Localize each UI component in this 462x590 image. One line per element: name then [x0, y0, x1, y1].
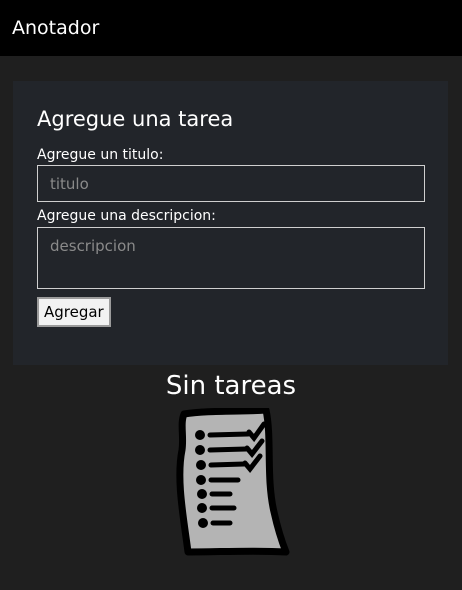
title-input[interactable]: [37, 165, 425, 202]
empty-tasks-message: Sin tareas: [165, 371, 297, 401]
app-header: Anotador: [0, 0, 462, 56]
checklist-paper-icon: [176, 408, 290, 556]
app-title: Anotador: [12, 17, 100, 39]
title-label: Agregue un titulo:: [37, 147, 164, 163]
add-button[interactable]: Agregar: [37, 297, 111, 327]
description-label: Agregue una descripcion:: [37, 208, 216, 224]
form-heading: Agregue una tarea: [37, 107, 234, 131]
add-task-form: Agregue una tarea Agregue un titulo: Agr…: [13, 81, 448, 365]
description-input[interactable]: [37, 227, 425, 289]
